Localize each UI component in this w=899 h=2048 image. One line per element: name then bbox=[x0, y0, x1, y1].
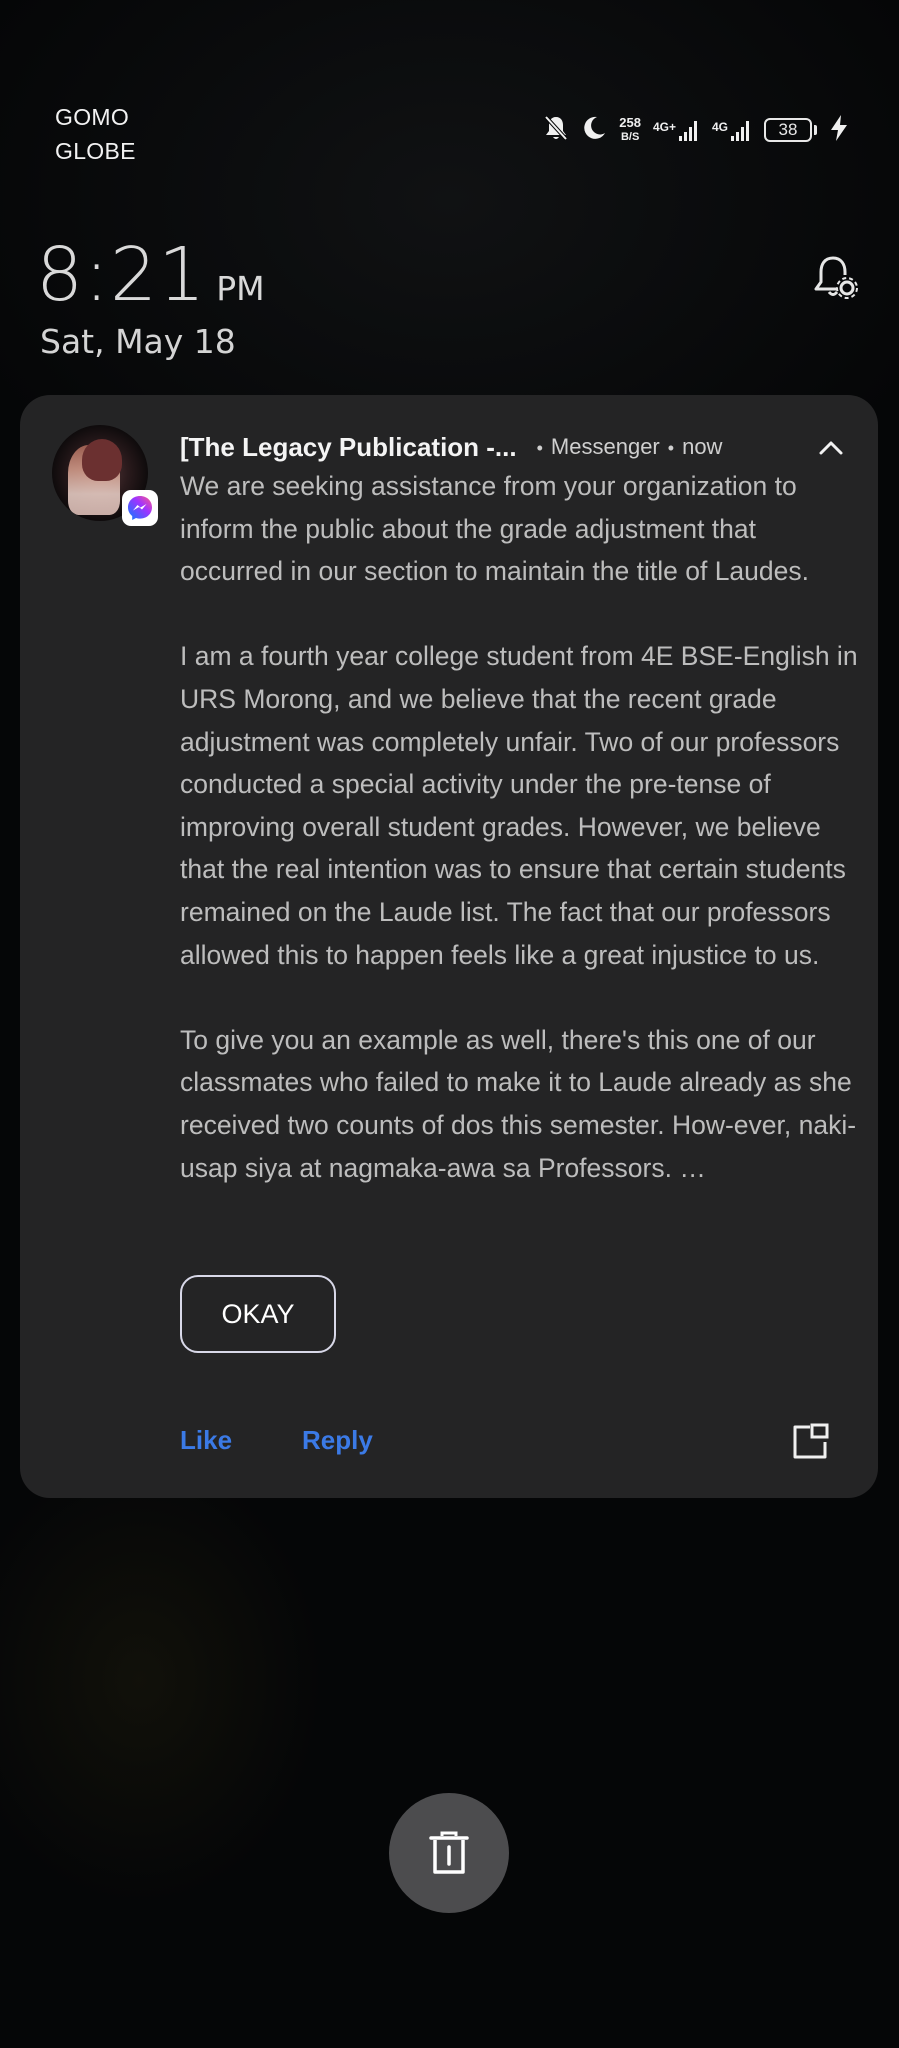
reply-button[interactable]: Reply bbox=[302, 1425, 373, 1456]
clear-notifications-button[interactable] bbox=[389, 1793, 509, 1913]
like-button[interactable]: Like bbox=[180, 1425, 232, 1456]
message-body: We are seeking assistance from your orga… bbox=[180, 465, 860, 1189]
popup-view-icon[interactable] bbox=[790, 1422, 830, 1462]
mute-bell-icon bbox=[543, 114, 569, 147]
notification-card[interactable]: [The Legacy Publication -... • Messenger •… bbox=[20, 395, 878, 1498]
chevron-up-icon[interactable] bbox=[814, 431, 848, 465]
carrier-line-1: GOMO bbox=[55, 104, 130, 130]
battery-icon: 38 bbox=[764, 118, 817, 142]
clock-time: 8:21 bbox=[36, 232, 207, 318]
moon-icon bbox=[581, 115, 607, 146]
status-icons: 258 B/S 4G+ 4G 38 bbox=[543, 112, 849, 148]
okay-button[interactable]: OKAY bbox=[180, 1275, 336, 1353]
signal-icon bbox=[731, 121, 749, 141]
lock-screen: GOMO GLOBE 258 B/S 4G+ 4G 38 8:21 PM Sat… bbox=[0, 0, 899, 2048]
notification-meta: • Messenger • now bbox=[536, 434, 723, 459]
clock-ampm: PM bbox=[216, 269, 265, 308]
notification-time: now bbox=[682, 434, 723, 459]
net-speed-unit: B/S bbox=[620, 131, 640, 143]
network-type-1: 4G+ bbox=[652, 120, 676, 134]
net-speed: 258 B/S bbox=[619, 116, 641, 144]
notification-actions: Like Reply bbox=[180, 1425, 373, 1456]
messenger-icon bbox=[122, 490, 158, 526]
charging-icon bbox=[829, 114, 849, 147]
network-2: 4G bbox=[712, 118, 752, 142]
notification-settings-icon[interactable] bbox=[810, 252, 860, 302]
message-paragraph-3: To give you an example as well, there's … bbox=[180, 1024, 857, 1183]
carrier-line-2: GLOBE bbox=[55, 138, 136, 164]
lockscreen-date: Sat, May 18 bbox=[40, 322, 236, 361]
sender-name: [The Legacy Publication -... bbox=[180, 431, 517, 462]
battery-level: 38 bbox=[764, 118, 812, 142]
carrier-name: GOMO GLOBE bbox=[55, 100, 136, 168]
net-speed-value: 258 bbox=[619, 115, 641, 130]
network-1: 4G+ bbox=[653, 118, 700, 142]
notification-header: [The Legacy Publication -... • Messenger •… bbox=[180, 427, 848, 467]
message-paragraph-1: We are seeking assistance from your orga… bbox=[180, 471, 809, 587]
message-paragraph-2: I am a fourth year college student from … bbox=[180, 641, 858, 970]
network-type-2: 4G bbox=[711, 120, 728, 134]
lockscreen-clock: 8:21 PM bbox=[36, 232, 265, 318]
signal-icon bbox=[678, 121, 697, 141]
trash-icon bbox=[429, 1831, 469, 1874]
app-name: Messenger bbox=[550, 434, 660, 459]
